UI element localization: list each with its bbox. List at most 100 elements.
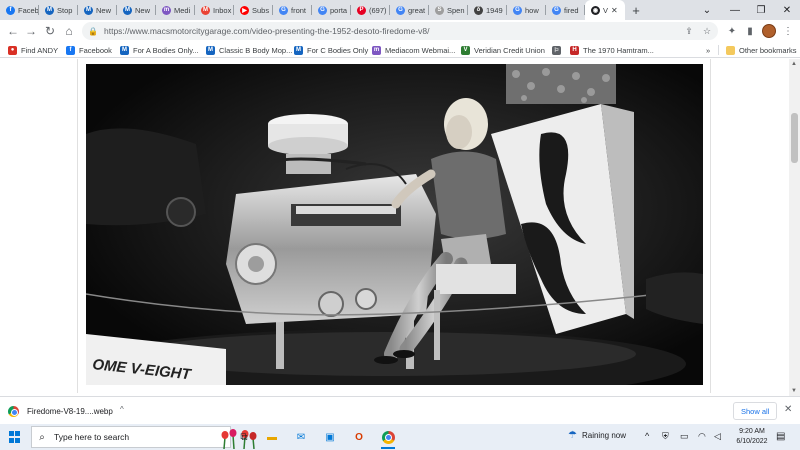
tab-label: New (96, 5, 112, 15)
facebook-icon: f (66, 45, 75, 55)
tab-label: New (135, 5, 151, 15)
facebook-icon: f (6, 5, 15, 15)
tab-8[interactable]: Gporta (312, 0, 351, 20)
folder-icon (726, 45, 735, 55)
bookmark-item[interactable]: ● Find ANDY (8, 44, 58, 56)
side-panel-icon[interactable]: ▮ (742, 23, 758, 39)
task-view-icon[interactable]: ⧉ (236, 429, 252, 445)
tab-9[interactable]: P (697) (351, 0, 390, 20)
bookmark-label: For A Bodies Only... (133, 45, 199, 55)
bookmark-item[interactable]: H The 1970 Hamtram... (570, 44, 654, 56)
close-shelf-icon[interactable]: ✕ (784, 404, 792, 415)
bookmark-item[interactable]: V Veridian Credit Union (461, 44, 545, 56)
weather-text: Raining now (581, 431, 626, 440)
chrome-taskbar-icon[interactable] (380, 429, 396, 449)
back-button[interactable]: ← (4, 22, 22, 40)
share-icon[interactable]: ⇪ (682, 24, 696, 38)
site-icon: δ (474, 5, 483, 15)
google-icon: G (513, 5, 522, 15)
bookmark-label: Find ANDY (21, 45, 59, 55)
bookmark-item[interactable]: m Mediacom Webmai... (372, 44, 455, 56)
engine-display-photo: OME V-EIGHT (86, 64, 703, 385)
tab-14[interactable]: Gfired (546, 0, 585, 20)
defender-icon[interactable]: ⛨ (662, 431, 669, 442)
page-scrollbar[interactable]: ▲ ▼ (789, 59, 800, 396)
store-icon[interactable]: ▣ (322, 429, 338, 445)
tab-13[interactable]: Ghow (507, 0, 546, 20)
youtube-icon: ▶ (240, 5, 249, 15)
show-all-button[interactable]: Show all (733, 402, 778, 420)
home-button[interactable]: ⌂ (60, 22, 78, 40)
scroll-down-arrow-icon[interactable]: ▼ (791, 388, 797, 394)
bookmark-item[interactable]: f Facebook (66, 44, 112, 56)
tab-3[interactable]: M New (117, 0, 156, 20)
bookmark-item[interactable]: M For A Bodies Only... (120, 44, 199, 56)
tab-11[interactable]: S Spen (429, 0, 468, 20)
other-bookmarks-label: Other bookmarks (739, 45, 797, 55)
volume-icon[interactable]: ◁ (714, 431, 721, 442)
tab-5[interactable]: M Inbox (195, 0, 234, 20)
tab-7[interactable]: Gfront (273, 0, 312, 20)
tab-label: Subs (252, 5, 270, 15)
download-options-chevron-icon[interactable]: ^ (120, 405, 124, 414)
tab-6[interactable]: ▶ Subs (234, 0, 273, 20)
chrome-file-icon (8, 405, 19, 417)
scroll-up-arrow-icon[interactable]: ▲ (791, 61, 797, 67)
other-bookmarks-folder[interactable]: Other bookmarks (726, 44, 797, 56)
tray-expand-chevron-icon[interactable]: ^ (645, 431, 649, 441)
bookmark-item[interactable]: M Classic B Body Mop... (206, 44, 292, 56)
address-bar[interactable]: 🔒 https://www.macsmotorcitygarage.com/vi… (82, 22, 718, 40)
clock-time: 9:20 AM (739, 428, 765, 435)
tab-10[interactable]: Ggreat (390, 0, 429, 20)
article-photo[interactable]: OME V-EIGHT (86, 64, 703, 385)
download-item[interactable]: Firedome-V8-19....webp (8, 401, 113, 421)
forward-button[interactable]: → (22, 22, 40, 40)
tab-0[interactable]: f Faceb (0, 0, 39, 20)
office-icon[interactable]: O (351, 429, 367, 445)
tab-label: (697) (369, 5, 387, 15)
scroll-thumb[interactable] (791, 113, 798, 163)
mopar-icon: M (120, 45, 129, 55)
tab-list: f Faceb M Stop M New M New m Medi M Inbox ▶ Subs Gfron… (0, 0, 625, 20)
andy-icon: ● (8, 45, 17, 55)
taskbar-search-box[interactable]: ⌕ Type here to search (31, 426, 257, 449)
tab-15[interactable]: ◉ V ✕ (585, 0, 625, 20)
mopar-icon: M (123, 5, 132, 15)
chrome-logo-icon (381, 430, 395, 444)
tab-2[interactable]: M New (78, 0, 117, 20)
wifi-icon[interactable]: ◠ (698, 431, 706, 442)
bookmark-item[interactable]: M For C Bodies Only (294, 44, 368, 56)
bookmark-star-icon[interactable]: ☆ (700, 24, 714, 38)
weather-widget[interactable]: ☂ Raining now (568, 430, 626, 441)
profile-avatar[interactable] (762, 24, 776, 38)
tab-12[interactable]: δ 1949 (468, 0, 507, 20)
reload-button[interactable]: ↻ (41, 22, 59, 40)
tab-label: 1949 (486, 5, 503, 15)
file-explorer-icon[interactable]: ▬ (264, 429, 280, 445)
system-clock[interactable]: 9:20 AM 6/10/2022 (730, 427, 774, 447)
tab-label: great (408, 5, 426, 15)
more-bookmarks-button[interactable]: » (706, 44, 710, 56)
tab-label: Stop (57, 5, 73, 15)
tab-close-icon[interactable]: ✕ (611, 6, 618, 15)
close-window-button[interactable]: ✕ (772, 0, 800, 20)
web-page: OME V-EIGHT ▲ ▼ (0, 59, 800, 396)
extensions-puzzle-icon[interactable]: ✦ (724, 23, 740, 39)
rain-cloud-icon: ☂ (568, 430, 577, 441)
battery-icon[interactable]: ▭ (680, 431, 689, 442)
mail-icon[interactable]: ✉ (293, 429, 309, 445)
lock-icon[interactable]: 🔒 (88, 27, 102, 36)
tab-4[interactable]: m Medi (156, 0, 195, 20)
tab-search-chevron-icon[interactable]: ⌄ (692, 0, 722, 20)
hamtramck-icon: H (570, 45, 579, 55)
windows-start-icon[interactable] (9, 431, 21, 443)
new-tab-button[interactable]: + (625, 0, 647, 20)
bookmark-item[interactable]: ⚐ (552, 44, 565, 56)
tab-label: Faceb (18, 5, 39, 15)
google-icon: G (396, 5, 405, 15)
google-icon: G (318, 5, 327, 15)
bookmarks-bar: ● Find ANDY f Facebook M For A Bodies Only...… (0, 42, 800, 58)
menu-kebab-icon[interactable]: ⋮ (780, 23, 796, 39)
tab-1[interactable]: M Stop (39, 0, 78, 20)
notification-center-icon[interactable]: ▤ (776, 431, 785, 442)
